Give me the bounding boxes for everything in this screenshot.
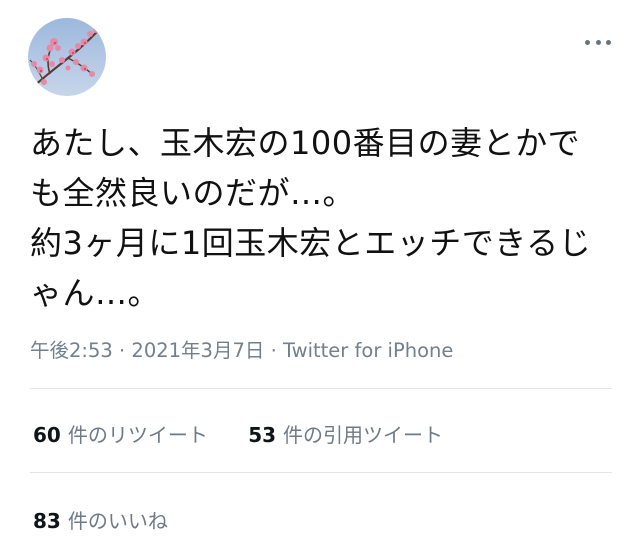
likes-row: 83 件のいいね (33, 505, 202, 534)
divider (30, 472, 612, 473)
retweets-count: 60 (33, 423, 61, 447)
more-dot (585, 39, 590, 45)
stats-row: 60 件のリツイート 53 件の引用ツイート (33, 419, 477, 448)
tweet-text-line: も全然良いのだが…。 (30, 174, 356, 212)
likes-label: 件のいいね (67, 509, 168, 533)
quotes-stat[interactable]: 53 件の引用ツイート (248, 419, 443, 448)
cherry-blossom-avatar-icon (28, 18, 106, 96)
quotes-count: 53 (248, 423, 277, 447)
tweet-time[interactable]: 午後2:53 (30, 339, 113, 362)
retweets-label: 件のリツイート (67, 423, 208, 447)
meta-separator: · (270, 339, 277, 362)
divider (30, 388, 612, 389)
more-dot (606, 39, 611, 45)
tweet-text-line: あたし、玉木宏の100番目の妻とかで (30, 124, 581, 162)
tweet-date[interactable]: 2021年3月7日 (131, 339, 264, 362)
meta-separator: · (119, 339, 126, 362)
likes-count: 83 (33, 509, 61, 533)
tweet-text-line: ゃん…。 (30, 274, 161, 312)
tweet-meta: 午後2:53 · 2021年3月7日 · Twitter for iPhone (30, 334, 453, 363)
tweet-text-line: 約3ヶ月に1回玉木宏とエッチできるじ (30, 224, 592, 262)
retweets-stat[interactable]: 60 件のリツイート (33, 419, 208, 448)
avatar[interactable] (28, 18, 106, 96)
likes-stat[interactable]: 83 件のいいね (33, 505, 168, 534)
tweet-source[interactable]: Twitter for iPhone (283, 339, 453, 362)
quotes-label: 件の引用ツイート (283, 423, 444, 447)
more-dot (595, 39, 601, 45)
more-options-icon[interactable] (585, 38, 611, 46)
tweet-text: あたし、玉木宏の100番目の妻とかで も全然良いのだが…。 約3ヶ月に1回玉木宏… (30, 118, 618, 318)
